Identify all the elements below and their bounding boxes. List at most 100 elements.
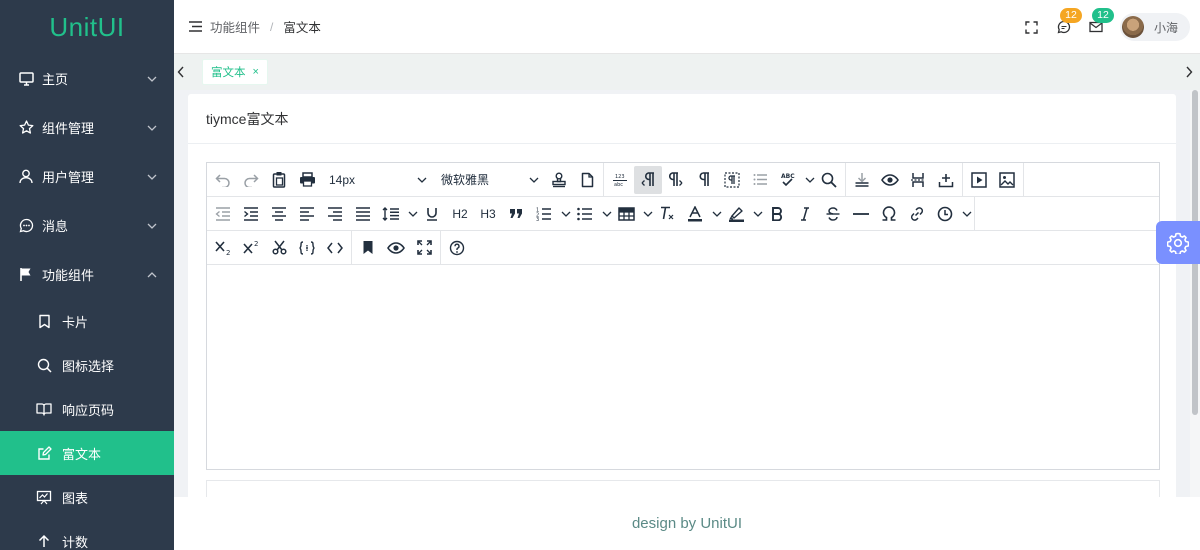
bold-icon[interactable] xyxy=(763,200,791,228)
align-right-icon[interactable] xyxy=(321,200,349,228)
sidebar-subitem-card[interactable]: 卡片 xyxy=(0,299,174,343)
template-icon[interactable] xyxy=(293,234,321,262)
chevron-down-icon[interactable] xyxy=(962,209,972,219)
edit-icon xyxy=(36,445,52,461)
link-icon[interactable] xyxy=(903,200,931,228)
blockquote-icon[interactable] xyxy=(502,200,530,228)
align-center-icon[interactable] xyxy=(265,200,293,228)
align-left-icon[interactable] xyxy=(293,200,321,228)
font-size-select[interactable]: 14px xyxy=(321,166,433,194)
fullscreen-icon[interactable] xyxy=(1024,19,1040,35)
new-document-icon[interactable] xyxy=(573,166,601,194)
tab-scroll-left-icon[interactable] xyxy=(176,66,186,78)
paste-icon[interactable] xyxy=(265,166,293,194)
code-icon[interactable] xyxy=(321,234,349,262)
font-family-value: 微软雅黑 xyxy=(441,173,490,187)
table-icon[interactable] xyxy=(612,200,640,228)
message-button[interactable]: 12 xyxy=(1056,8,1082,35)
visual-blocks-icon[interactable] xyxy=(718,166,746,194)
spellcheck-icon[interactable]: ABC xyxy=(774,166,802,194)
outdent-icon[interactable] xyxy=(209,200,237,228)
line-height-icon[interactable] xyxy=(377,200,405,228)
indent-icon[interactable] xyxy=(237,200,265,228)
help-icon[interactable] xyxy=(443,234,471,262)
search-icon[interactable] xyxy=(815,166,843,194)
sidebar-item-messages[interactable]: 消息 xyxy=(0,201,174,250)
page-scrollbar[interactable] xyxy=(1190,90,1200,497)
word-count-icon[interactable]: 123 abc xyxy=(606,166,634,194)
italic-icon[interactable] xyxy=(791,200,819,228)
sidebar-item-features[interactable]: 功能组件 xyxy=(0,250,174,299)
list-outline-icon[interactable] xyxy=(746,166,774,194)
clock-icon[interactable] xyxy=(931,200,959,228)
sidebar-subitem-counter[interactable]: 计数 xyxy=(0,519,174,550)
preview-icon[interactable] xyxy=(876,166,904,194)
underline-icon[interactable] xyxy=(418,200,446,228)
fullscreen-icon[interactable] xyxy=(410,234,438,262)
print-icon[interactable] xyxy=(293,166,321,194)
chevron-down-icon[interactable] xyxy=(753,209,763,219)
subscript-icon[interactable]: 2 xyxy=(209,234,237,262)
chevron-down-icon[interactable] xyxy=(643,209,653,219)
breadcrumb-item[interactable]: 功能组件 xyxy=(210,17,260,36)
close-icon[interactable]: × xyxy=(253,66,259,78)
rtl-direction-icon[interactable] xyxy=(662,166,690,194)
top-header: 功能组件 / 富文本 12 12 小海 xyxy=(174,0,1200,54)
align-justify-icon[interactable] xyxy=(349,200,377,228)
mail-button[interactable]: 12 xyxy=(1088,8,1114,35)
heading-3-button[interactable]: H3 xyxy=(474,200,502,228)
bullet-list-icon[interactable] xyxy=(571,200,599,228)
chevron-down-icon[interactable] xyxy=(712,209,722,219)
horizontal-rule-icon[interactable] xyxy=(847,200,875,228)
sidebar-subitem-icon-picker[interactable]: 图标选择 xyxy=(0,343,174,387)
ltr-direction-icon[interactable] xyxy=(634,165,662,194)
undo-icon[interactable] xyxy=(209,166,237,194)
paragraph-icon[interactable] xyxy=(690,166,718,194)
sidebar-item-home[interactable]: 主页 xyxy=(0,54,174,103)
sidebar-item-components[interactable]: 组件管理 xyxy=(0,103,174,152)
special-char-icon[interactable] xyxy=(875,200,903,228)
chevron-down-icon[interactable] xyxy=(561,209,571,219)
text-color-icon[interactable] xyxy=(681,200,709,228)
settings-button[interactable] xyxy=(1156,221,1200,264)
bookmark-icon[interactable] xyxy=(354,234,382,262)
cut-icon[interactable] xyxy=(265,234,293,262)
highlight-icon[interactable] xyxy=(722,200,750,228)
sidebar-subitem-label: 图标选择 xyxy=(62,358,115,374)
download-icon[interactable] xyxy=(848,166,876,194)
tab-richtext[interactable]: 富文本 × xyxy=(202,59,268,85)
clear-format-icon[interactable] xyxy=(653,200,681,228)
chevron-down-icon[interactable] xyxy=(408,209,418,219)
menu-toggle-icon[interactable] xyxy=(188,20,202,34)
toolbar-group xyxy=(352,231,441,264)
sidebar-subitem-chart[interactable]: 图表 xyxy=(0,475,174,519)
svg-text:2: 2 xyxy=(226,249,230,255)
media-icon[interactable] xyxy=(965,166,993,194)
svg-text:2: 2 xyxy=(254,240,258,248)
user-menu[interactable]: 小海 xyxy=(1119,13,1190,41)
editor-content-area[interactable] xyxy=(207,266,1159,469)
numbered-list-icon[interactable]: 123 xyxy=(530,200,558,228)
sidebar-item-users[interactable]: 用户管理 xyxy=(0,152,174,201)
sidebar-item-label: 消息 xyxy=(42,219,69,234)
font-size-value: 14px xyxy=(329,172,356,187)
toolbar-group xyxy=(441,231,473,264)
preview-icon[interactable] xyxy=(382,234,410,262)
font-family-select[interactable]: 微软雅黑 xyxy=(433,166,545,194)
page-break-icon[interactable] xyxy=(904,166,932,194)
redo-icon[interactable] xyxy=(237,166,265,194)
superscript-icon[interactable]: 2 xyxy=(237,234,265,262)
chevron-down-icon[interactable] xyxy=(805,175,815,185)
image-icon[interactable] xyxy=(993,166,1021,194)
chevron-down-icon xyxy=(529,175,539,185)
tab-scroll-right-icon[interactable] xyxy=(1184,66,1194,78)
chevron-up-icon xyxy=(146,269,158,281)
insert-icon[interactable] xyxy=(932,166,960,194)
heading-2-button[interactable]: H2 xyxy=(446,200,474,228)
sidebar-subitem-pagination[interactable]: 响应页码 xyxy=(0,387,174,431)
stamp-icon[interactable] xyxy=(545,166,573,194)
strikethrough-icon[interactable] xyxy=(819,200,847,228)
chevron-down-icon[interactable] xyxy=(602,209,612,219)
sidebar-subitem-richtext[interactable]: 富文本 xyxy=(0,431,174,475)
breadcrumb-current: 富文本 xyxy=(283,21,321,35)
